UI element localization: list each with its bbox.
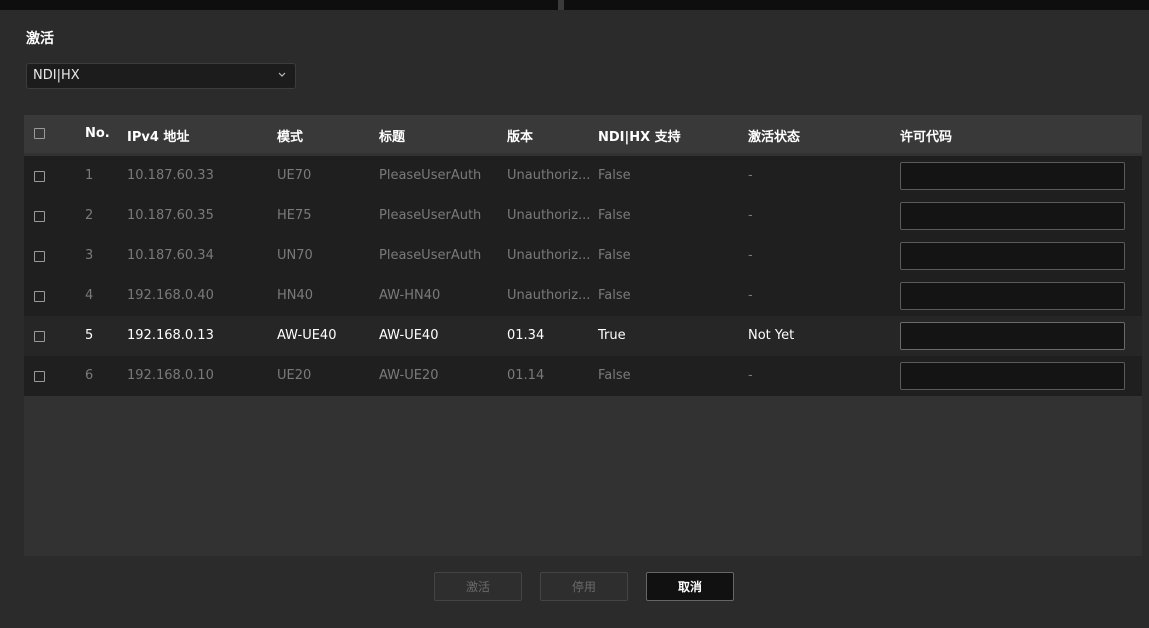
top-bar-notch	[558, 0, 564, 10]
column-header-ndi-support: NDI|HX 支持	[598, 130, 681, 145]
cell-no: 2	[85, 208, 94, 223]
cell-version: 01.14	[507, 368, 545, 383]
cell-ip: 192.168.0.40	[127, 288, 214, 303]
disable-button[interactable]: 停用	[540, 572, 628, 601]
cell-status: -	[748, 248, 753, 263]
cell-no: 6	[85, 368, 94, 383]
cell-no: 3	[85, 248, 94, 263]
column-header-license: 许可代码	[900, 130, 953, 145]
license-code-input[interactable]	[900, 282, 1125, 310]
cancel-button[interactable]: 取消	[646, 572, 734, 601]
cell-name: AW-UE40	[379, 328, 439, 343]
cell-ip: 10.187.60.34	[127, 248, 214, 263]
cell-name: PleaseUserAuth	[379, 208, 482, 223]
table-row[interactable]: 2 10.187.60.35 HE75 PleaseUserAuth Unaut…	[24, 196, 1142, 236]
activate-button[interactable]: 激活	[434, 572, 522, 601]
column-header-model: 模式	[277, 130, 304, 145]
cell-status: -	[748, 168, 753, 183]
cell-model: AW-UE40	[277, 328, 337, 343]
cell-ndi-support: False	[598, 248, 631, 263]
row-checkbox[interactable]	[34, 291, 45, 302]
cell-ndi-support: True	[598, 328, 626, 343]
column-header-name: 标题	[379, 130, 406, 145]
cell-version: 01.34	[507, 328, 545, 343]
column-header-no: No.	[85, 126, 110, 141]
cell-ip: 192.168.0.10	[127, 368, 214, 383]
table-row[interactable]: 4 192.168.0.40 HN40 AW-HN40 Unauthoriz..…	[24, 276, 1142, 316]
cell-status: -	[748, 208, 753, 223]
column-header-ip: IPv4 地址	[127, 130, 190, 145]
cell-ndi-support: False	[598, 288, 631, 303]
table-row[interactable]: 3 10.187.60.34 UN70 PleaseUserAuth Unaut…	[24, 236, 1142, 276]
cell-name: AW-HN40	[379, 288, 441, 303]
cell-ip: 192.168.0.13	[127, 328, 214, 343]
cell-ip: 10.187.60.33	[127, 168, 214, 183]
table-row[interactable]: 1 10.187.60.33 UE70 PleaseUserAuth Unaut…	[24, 156, 1142, 196]
page-title: 激活	[26, 31, 54, 47]
cell-status: Not Yet	[748, 328, 795, 343]
cell-name: AW-UE20	[379, 368, 439, 383]
cell-version: Unauthoriz...	[507, 208, 591, 223]
license-code-input[interactable]	[900, 162, 1125, 190]
cell-model: UN70	[277, 248, 313, 263]
row-checkbox[interactable]	[34, 331, 45, 342]
row-checkbox[interactable]	[34, 211, 45, 222]
license-code-input[interactable]	[900, 202, 1125, 230]
row-checkbox[interactable]	[34, 171, 45, 182]
cell-no: 5	[85, 328, 94, 343]
cell-version: Unauthoriz...	[507, 248, 591, 263]
window-top-bar	[0, 0, 1149, 10]
cell-status: -	[748, 368, 753, 383]
license-code-input[interactable]	[900, 322, 1125, 350]
cell-ip: 10.187.60.35	[127, 208, 214, 223]
protocol-select[interactable]: NDI|HX	[26, 63, 296, 89]
cell-ndi-support: False	[598, 368, 631, 383]
column-header-status: 激活状态	[748, 130, 801, 145]
protocol-select-value: NDI|HX	[33, 68, 80, 83]
column-header-version: 版本	[507, 130, 534, 145]
table-header: No. IPv4 地址 模式 标题 版本 NDI|HX 支持 激活状态 许可代码	[24, 115, 1142, 153]
license-code-input[interactable]	[900, 242, 1125, 270]
cell-model: HN40	[277, 288, 314, 303]
cell-version: Unauthoriz...	[507, 288, 591, 303]
cell-no: 4	[85, 288, 94, 303]
select-all-checkbox[interactable]	[34, 128, 45, 139]
cell-version: Unauthoriz...	[507, 168, 591, 183]
cell-ndi-support: False	[598, 208, 631, 223]
cell-model: UE70	[277, 168, 312, 183]
cell-model: UE20	[277, 368, 312, 383]
cell-name: PleaseUserAuth	[379, 248, 482, 263]
license-code-input[interactable]	[900, 362, 1125, 390]
cell-name: PleaseUserAuth	[379, 168, 482, 183]
row-checkbox[interactable]	[34, 251, 45, 262]
cell-ndi-support: False	[598, 168, 631, 183]
row-checkbox[interactable]	[34, 371, 45, 382]
table-row[interactable]: 5 192.168.0.13 AW-UE40 AW-UE40 01.34 Tru…	[24, 316, 1142, 356]
chevron-down-icon	[278, 72, 286, 77]
cell-no: 1	[85, 168, 94, 183]
device-table: No. IPv4 地址 模式 标题 版本 NDI|HX 支持 激活状态 许可代码…	[24, 115, 1142, 556]
cell-model: HE75	[277, 208, 312, 223]
table-row[interactable]: 6 192.168.0.10 UE20 AW-UE20 01.14 False …	[24, 356, 1142, 396]
cell-status: -	[748, 288, 753, 303]
